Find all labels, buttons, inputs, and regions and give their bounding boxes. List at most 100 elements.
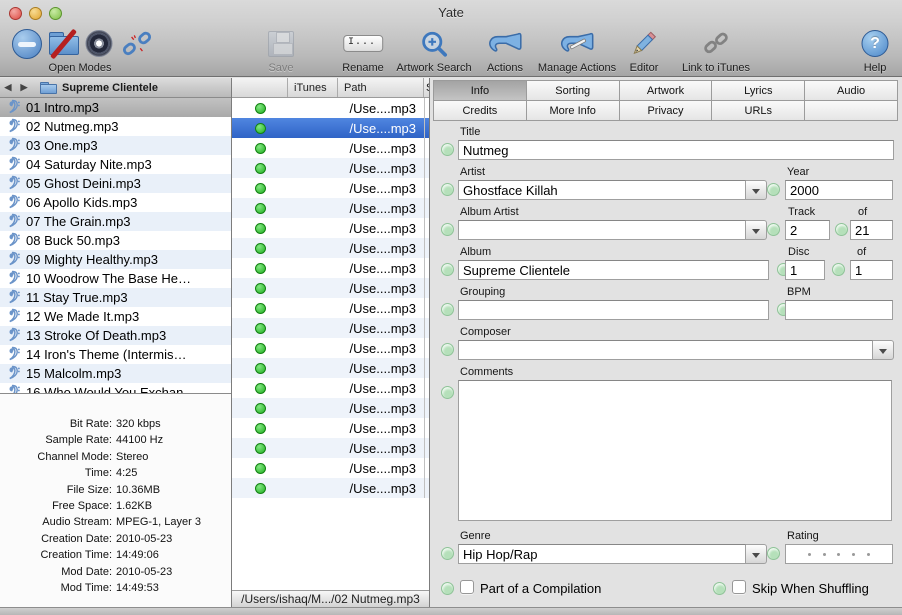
toolbar-minus-mode[interactable]: [12, 27, 42, 60]
album-artist-dropdown-button[interactable]: [746, 220, 767, 240]
genre-field[interactable]: [458, 544, 746, 564]
toolbar-disc-mode[interactable]: [85, 27, 113, 60]
table-row[interactable]: /Use....mp3: [232, 278, 429, 298]
toolbar-link-itunes-button[interactable]: Link to iTunes: [682, 27, 750, 74]
table-row[interactable]: /Use....mp3: [232, 98, 429, 118]
composer-label: Composer: [460, 326, 511, 338]
table-row[interactable]: /Use....mp3: [232, 118, 429, 138]
tab-more-info[interactable]: More Info: [525, 100, 620, 121]
disc-of-field[interactable]: [850, 260, 893, 280]
skip-shuffling-checkbox[interactable]: [732, 580, 746, 594]
file-info-value: 4:25: [116, 467, 138, 480]
compilation-checkbox[interactable]: [460, 580, 474, 594]
table-row[interactable]: /Use....mp3: [232, 238, 429, 258]
toolbar-unlink-mode[interactable]: [122, 27, 152, 60]
track-row[interactable]: 13 Stroke Of Death.mp3: [0, 326, 231, 345]
track-row[interactable]: 16 Who Would You Exchan…: [0, 383, 231, 393]
column-clipped[interactable]: S: [424, 78, 429, 97]
clipped-cell: [424, 478, 429, 498]
track-row[interactable]: 02 Nutmeg.mp3: [0, 117, 231, 136]
track-row[interactable]: 07 The Grain.mp3: [0, 212, 231, 231]
tab-artwork[interactable]: Artwork: [618, 80, 713, 101]
track-row[interactable]: 10 Woodrow The Base He…: [0, 269, 231, 288]
column-status[interactable]: [232, 78, 288, 97]
track-field[interactable]: [785, 220, 830, 240]
tab-credits[interactable]: Credits: [433, 100, 527, 121]
table-row[interactable]: /Use....mp3: [232, 178, 429, 198]
track-row[interactable]: 12 We Made It.mp3: [0, 307, 231, 326]
tab-lyrics[interactable]: Lyrics: [711, 80, 806, 101]
genre-dropdown-button[interactable]: [746, 544, 767, 564]
disc-field[interactable]: [785, 260, 825, 280]
file-info-value: 14:49:06: [116, 549, 159, 562]
table-row[interactable]: /Use....mp3: [232, 418, 429, 438]
table-row[interactable]: /Use....mp3: [232, 378, 429, 398]
toolbar-artwork-search-button[interactable]: Artwork Search: [396, 27, 472, 74]
title-field[interactable]: [458, 140, 894, 160]
toolbar-help-button[interactable]: ? Help: [861, 27, 889, 74]
table-row[interactable]: /Use....mp3: [232, 298, 429, 318]
album-artist-field[interactable]: [458, 220, 746, 240]
green-status-dot: [254, 222, 266, 234]
toolbar-save-button[interactable]: Save: [268, 27, 294, 74]
tab-privacy[interactable]: Privacy: [618, 100, 713, 121]
toolbar-manage-actions-button[interactable]: Manage Actions: [538, 27, 616, 74]
tab-audio[interactable]: Audio: [804, 80, 898, 101]
track-row[interactable]: 01 Intro.mp3: [0, 98, 231, 117]
table-row[interactable]: /Use....mp3: [232, 338, 429, 358]
table-row[interactable]: /Use....mp3: [232, 158, 429, 178]
rating-control[interactable]: [785, 544, 893, 564]
track-row[interactable]: 05 Ghost Deini.mp3: [0, 174, 231, 193]
artwork-search-icon: [396, 27, 471, 60]
table-row[interactable]: /Use....mp3: [232, 138, 429, 158]
bass-clef-icon: [0, 250, 26, 269]
tab-sorting[interactable]: Sorting: [525, 80, 620, 101]
forward-arrow-button[interactable]: ▶: [16, 82, 32, 93]
artist-field[interactable]: [458, 180, 746, 200]
grouping-field[interactable]: [458, 300, 769, 320]
table-row[interactable]: /Use....mp3: [232, 438, 429, 458]
track-row[interactable]: 11 Stay True.mp3: [0, 288, 231, 307]
track-of-field[interactable]: [850, 220, 893, 240]
table-row[interactable]: /Use....mp3: [232, 318, 429, 338]
composer-dropdown-button[interactable]: [873, 340, 894, 360]
back-arrow-button[interactable]: ◀: [0, 82, 16, 93]
track-row[interactable]: 09 Mighty Healthy.mp3: [0, 250, 231, 269]
folder-icon: [40, 81, 57, 94]
table-row[interactable]: /Use....mp3: [232, 458, 429, 478]
toolbar-open-folder-mode[interactable]: [48, 27, 80, 60]
table-row[interactable]: /Use....mp3: [232, 398, 429, 418]
tab-info[interactable]: Info: [433, 80, 527, 101]
artist-dropdown-button[interactable]: [746, 180, 767, 200]
tab-urls[interactable]: URLs: [711, 100, 806, 121]
file-sidebar: ◀ ▶ Supreme Clientele 01 Intro.mp3 02 Nut…: [0, 78, 232, 615]
path-cell: /Use....mp3: [349, 340, 416, 356]
track-row[interactable]: 06 Apollo Kids.mp3: [0, 193, 231, 212]
album-field[interactable]: [458, 260, 769, 280]
track-row[interactable]: 08 Buck 50.mp3: [0, 231, 231, 250]
table-row[interactable]: /Use....mp3: [232, 218, 429, 238]
track-row[interactable]: 03 One.mp3: [0, 136, 231, 155]
column-itunes[interactable]: iTunes: [288, 78, 338, 97]
year-field[interactable]: [785, 180, 893, 200]
clipped-cell: [424, 158, 429, 178]
toolbar-rename-button[interactable]: I... Rename: [342, 27, 384, 74]
itunes-status-cell: [232, 482, 288, 494]
track-name: 09 Mighty Healthy.mp3: [26, 252, 158, 267]
comments-field[interactable]: [458, 380, 892, 521]
table-row[interactable]: /Use....mp3: [232, 358, 429, 378]
green-status-dot: [254, 242, 266, 254]
editor-tabs: Info Sorting Artwork Lyrics Audio Credits Mor…: [433, 80, 898, 121]
table-row[interactable]: /Use....mp3: [232, 258, 429, 278]
toolbar-actions-button[interactable]: Actions: [487, 27, 523, 74]
bpm-field[interactable]: [785, 300, 893, 320]
toolbar-editor-button[interactable]: Editor: [630, 27, 658, 74]
track-row[interactable]: 04 Saturday Nite.mp3: [0, 155, 231, 174]
table-row[interactable]: /Use....mp3: [232, 198, 429, 218]
track-row[interactable]: 15 Malcolm.mp3: [0, 364, 231, 383]
track-row[interactable]: 14 Iron's Theme (Intermis…: [0, 345, 231, 364]
table-row[interactable]: /Use....mp3: [232, 478, 429, 498]
composer-field[interactable]: [458, 340, 873, 360]
column-path[interactable]: Path: [338, 78, 424, 97]
bass-clef-icon: [0, 288, 26, 307]
